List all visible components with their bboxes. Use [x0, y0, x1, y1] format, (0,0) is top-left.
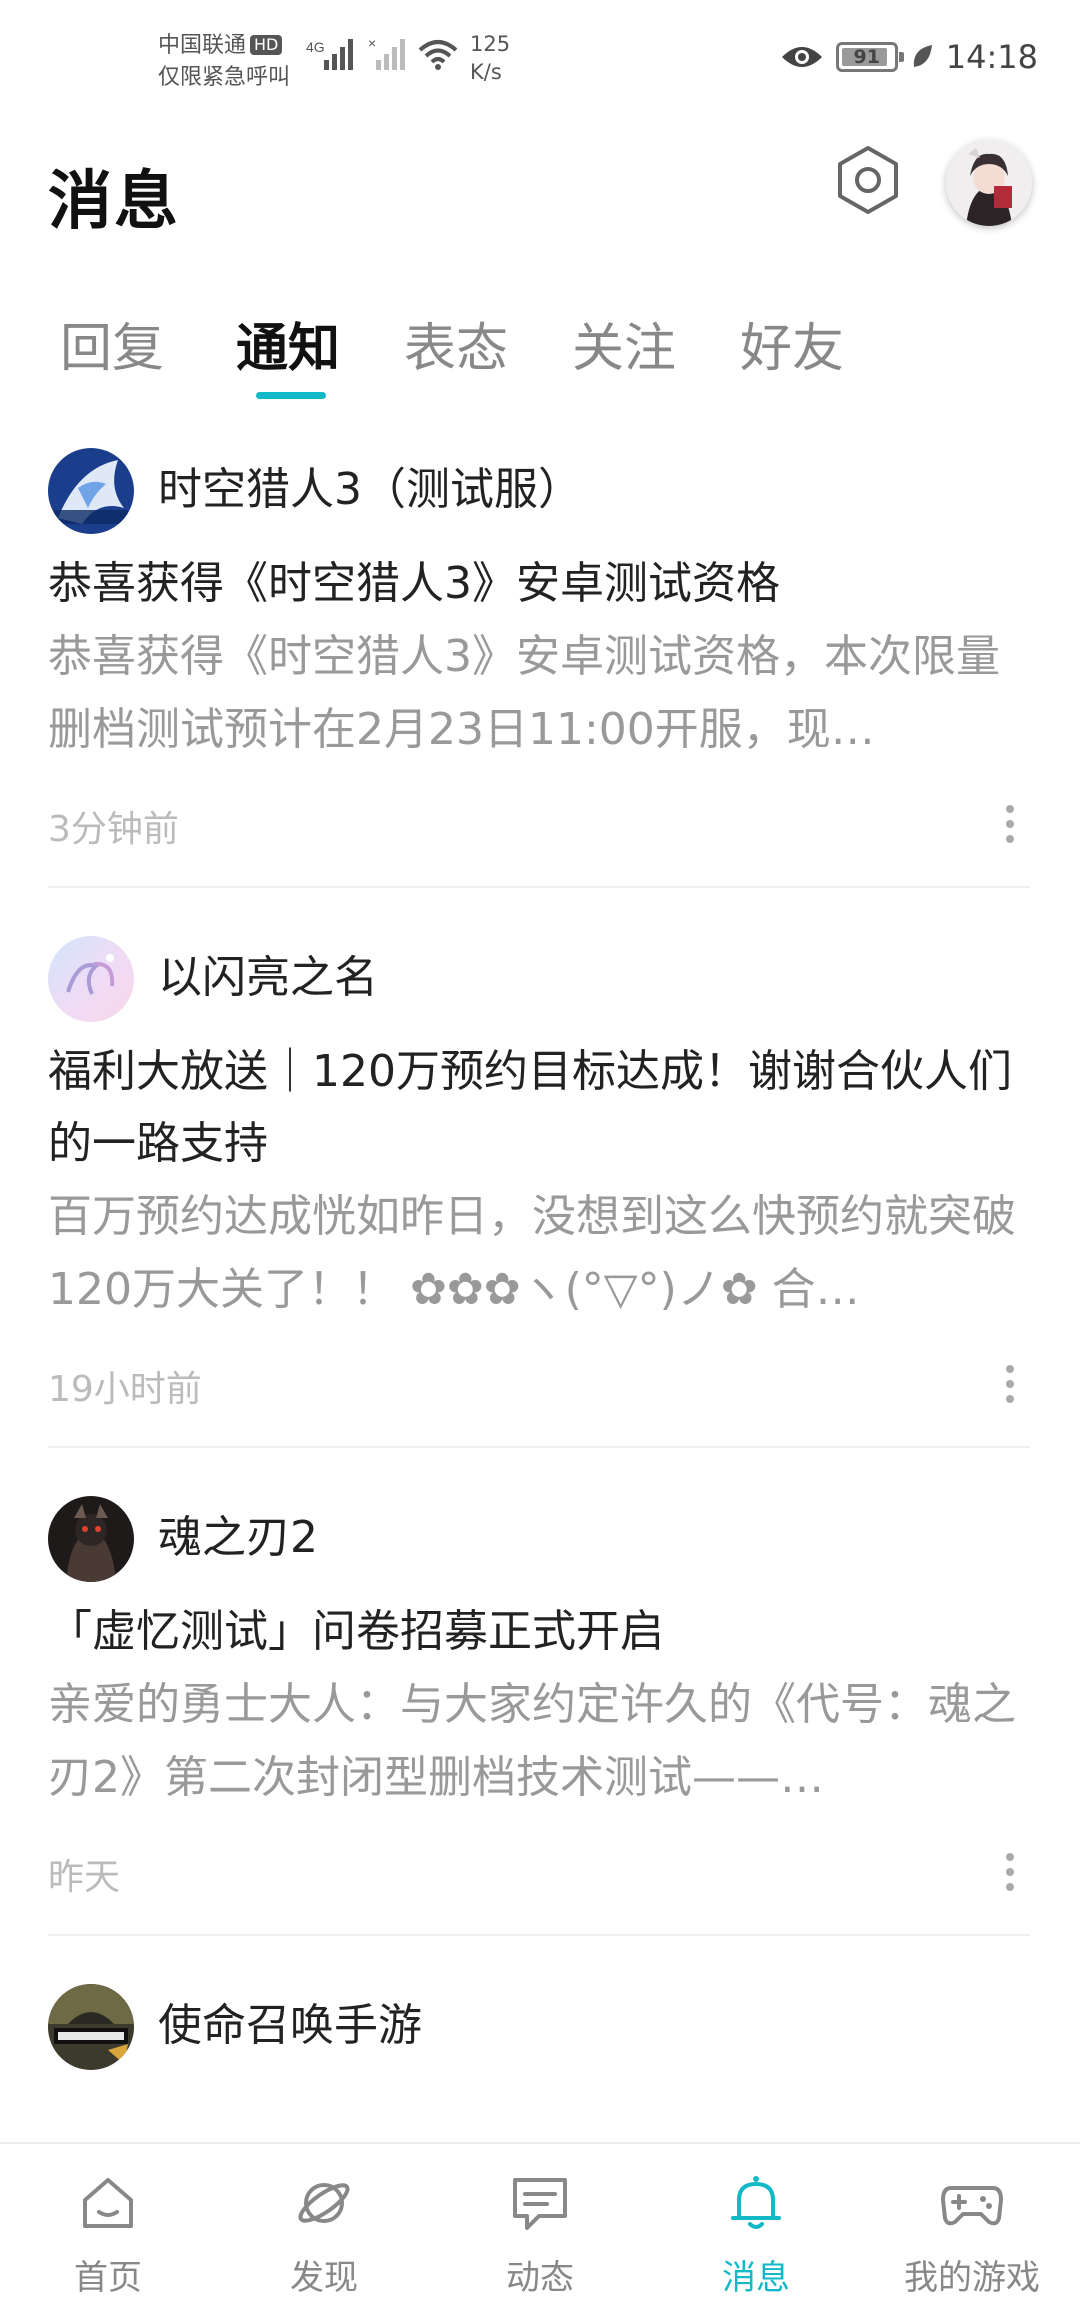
nav-messages[interactable]: 消息	[648, 2144, 864, 2310]
user-avatar[interactable]	[946, 140, 1032, 226]
game-avatar	[48, 448, 134, 534]
carrier-info: 中国联通 HD 仅限紧急呼叫	[158, 30, 290, 94]
signal-no-service-icon: ×	[368, 35, 405, 70]
notification-body: 亲爱的勇士大人：与大家约定许久的《代号：魂之刃2》第二次封闭型删档技术测试——…	[48, 1679, 1016, 1803]
bell-icon	[723, 2170, 789, 2236]
nav-home[interactable]: 首页	[0, 2144, 216, 2310]
game-avatar	[48, 1984, 134, 2070]
more-options-button[interactable]	[990, 1356, 1030, 1412]
nav-discover[interactable]: 发现	[216, 2144, 432, 2310]
clock-time: 14:18	[945, 38, 1038, 76]
tab-following[interactable]: 关注	[572, 306, 676, 381]
tab-notification[interactable]: 通知	[236, 306, 340, 381]
nav-label: 首页	[74, 2258, 142, 2298]
more-options-button[interactable]	[990, 796, 1030, 852]
nav-label: 动态	[506, 2258, 574, 2298]
notification-item[interactable]: 魂之刃2 「虚忆测试」问卷招募正式开启 亲爱的勇士大人：与大家约定许久的《代号：…	[48, 1488, 1030, 1936]
notification-item[interactable]: 使命召唤手游	[48, 1976, 1030, 2080]
header: 消息	[0, 120, 1080, 270]
hd-badge: HD	[250, 35, 283, 55]
battery-level: 91	[853, 46, 880, 68]
chat-icon	[507, 2170, 573, 2236]
signal-icon: 4G	[306, 39, 353, 70]
nav-label: 我的游戏	[904, 2258, 1040, 2298]
tab-friends[interactable]: 好友	[740, 306, 844, 381]
notification-body: 百万预约达成恍如昨日，没想到这么快预约就突破120万大关了！！ ✿✿✿ヽ(°▽°…	[48, 1191, 1016, 1315]
wifi-icon	[418, 40, 458, 70]
tab-reaction[interactable]: 表态	[404, 306, 508, 381]
home-icon	[75, 2170, 141, 2236]
net-speed-value: 125	[470, 32, 511, 56]
notification-time: 19小时前	[48, 1369, 202, 1410]
page-title: 消息	[48, 165, 180, 239]
nav-my-games[interactable]: 我的游戏	[864, 2144, 1080, 2310]
notification-source[interactable]: 以闪亮之名	[158, 946, 378, 1010]
status-bar: 中国联通 HD 仅限紧急呼叫 4G × 125 K/s 91 14:18	[0, 0, 1080, 120]
more-options-button[interactable]	[990, 1844, 1030, 1900]
nav-label: 消息	[722, 2258, 790, 2298]
tab-reply[interactable]: 回复	[60, 306, 164, 381]
notification-item[interactable]: 以闪亮之名 福利大放送｜120万预约目标达成！谢谢合伙人们的一路支持 百万预约达…	[48, 928, 1030, 1448]
message-tabs: 回复 通知 表态 关注 好友	[0, 290, 1080, 410]
game-avatar	[48, 1496, 134, 1582]
network-type-label: 4G	[306, 39, 325, 55]
settings-hexagon-icon	[838, 146, 898, 214]
notification-body: 恭喜获得《时空猎人3》安卓测试资格，本次限量删档测试预计在2月23日11:00开…	[48, 631, 1000, 755]
net-speed: 125 K/s	[470, 30, 510, 86]
svg-text:×: ×	[368, 35, 376, 51]
notification-title: 福利大放送｜120万预约目标达成！谢谢合伙人们的一路支持	[48, 1046, 1012, 1169]
notification-source[interactable]: 魂之刃2	[158, 1506, 318, 1570]
notification-item[interactable]: 时空猎人3（测试服） 恭喜获得《时空猎人3》安卓测试资格 恭喜获得《时空猎人3》…	[48, 440, 1030, 888]
settings-button[interactable]	[828, 140, 908, 220]
nav-label: 发现	[290, 2258, 358, 2298]
net-speed-unit: K/s	[470, 60, 502, 84]
leaf-icon	[913, 45, 932, 67]
notification-time: 3分钟前	[48, 809, 179, 850]
active-tab-indicator	[256, 392, 326, 399]
eye-icon	[781, 47, 822, 67]
status-right: 91 14:18	[780, 38, 1038, 76]
notification-title: 「虚忆测试」问卷招募正式开启	[48, 1606, 664, 1657]
game-avatar	[48, 936, 134, 1022]
nav-feed[interactable]: 动态	[432, 2144, 648, 2310]
battery-icon: 91	[835, 42, 904, 72]
notification-list: 时空猎人3（测试服） 恭喜获得《时空猎人3》安卓测试资格 恭喜获得《时空猎人3》…	[48, 440, 1030, 2140]
bottom-navigation: 首页 发现 动态 消息 我的游戏	[0, 2142, 1080, 2310]
emergency-only-text: 仅限紧急呼叫	[158, 65, 291, 90]
notification-title: 恭喜获得《时空猎人3》安卓测试资格	[48, 558, 780, 609]
notification-time: 昨天	[48, 1857, 121, 1898]
gamepad-icon	[939, 2170, 1005, 2236]
notification-source[interactable]: 使命召唤手游	[158, 1994, 422, 2058]
notification-source[interactable]: 时空猎人3（测试服）	[158, 458, 582, 522]
planet-icon	[291, 2170, 357, 2236]
carrier-name: 中国联通	[158, 33, 247, 58]
